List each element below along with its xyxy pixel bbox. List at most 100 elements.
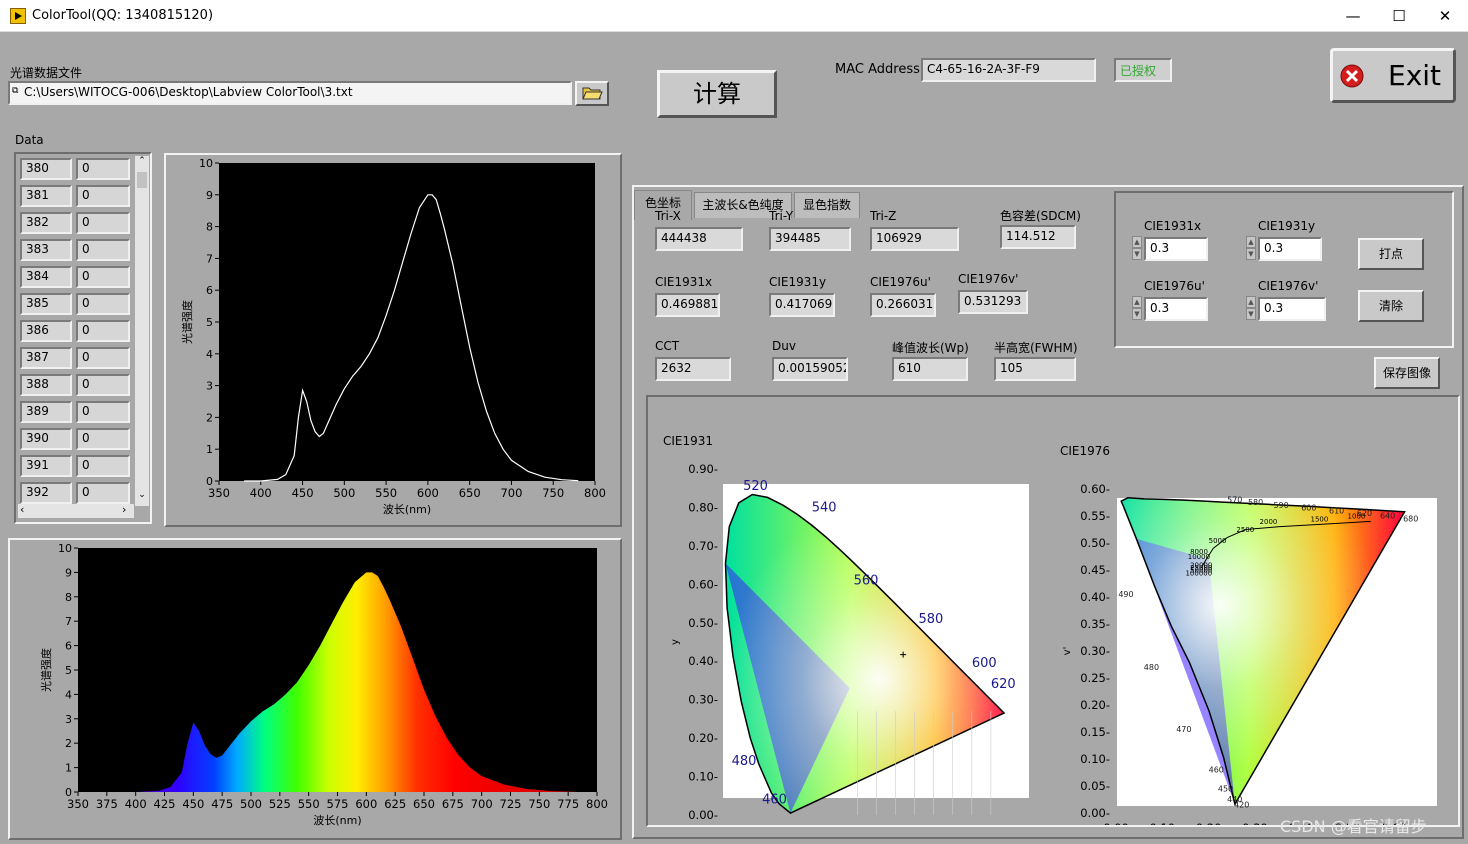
wavelength-label: 450 bbox=[1218, 784, 1233, 793]
intensity-cell[interactable]: 0 bbox=[76, 374, 130, 396]
wavelength-label: 620 bbox=[991, 677, 1016, 692]
folder-icon bbox=[582, 87, 603, 100]
intensity-cell[interactable]: 0 bbox=[76, 185, 130, 207]
decrement-arrow[interactable]: ▼ bbox=[1132, 308, 1142, 320]
wavelength-label: 570 bbox=[1227, 496, 1242, 505]
decrement-arrow[interactable]: ▼ bbox=[1246, 248, 1256, 260]
horizontal-scrollbar[interactable]: ‹ › bbox=[18, 503, 134, 518]
wavelength-cell[interactable]: 391 bbox=[20, 455, 72, 477]
wavelength-cell[interactable]: 380 bbox=[20, 158, 72, 180]
main-panel: 光谱数据文件 ⧉ C:\Users\WITOCG-006\Desktop\Lab… bbox=[0, 33, 1468, 844]
calculate-button[interactable]: 计算 bbox=[657, 70, 777, 118]
y-tick-label: 0.00- bbox=[1080, 806, 1110, 820]
intensity-cell[interactable]: 0 bbox=[76, 428, 130, 450]
y-tick-label: 9 bbox=[206, 189, 213, 202]
cct-label: CCT bbox=[655, 339, 680, 353]
cct-label: 1500 bbox=[1310, 515, 1328, 523]
increment-arrow[interactable]: ▲ bbox=[1132, 296, 1142, 308]
y-tick-label: 0.25- bbox=[1080, 671, 1110, 685]
tri-z-label: Tri-Z bbox=[870, 209, 897, 223]
maximize-button[interactable]: ☐ bbox=[1376, 0, 1422, 32]
y-tick-label: 0.20- bbox=[1080, 698, 1110, 712]
x-tick-label: 675 bbox=[442, 797, 464, 811]
spectrum-color-chart: 012345678910350 375 400 425 450 475 500 525 550 5… bbox=[39, 542, 608, 827]
input-u-field[interactable]: 0.3 bbox=[1144, 297, 1208, 321]
intensity-cell[interactable]: 0 bbox=[76, 293, 130, 315]
y-tick-label: 0.50- bbox=[1080, 536, 1110, 550]
increment-arrow[interactable]: ▲ bbox=[1246, 296, 1256, 308]
decrement-arrow[interactable]: ▼ bbox=[1132, 248, 1142, 260]
scroll-up-arrow[interactable]: ⌃ bbox=[135, 156, 149, 170]
data-label: Data bbox=[15, 133, 44, 147]
save-image-button[interactable]: 保存图像 bbox=[1374, 357, 1440, 389]
y-tick-label: 0.20- bbox=[688, 731, 718, 745]
cct-label: 2000 bbox=[1260, 518, 1278, 526]
x-axis-label: 波长(nm) bbox=[313, 814, 361, 827]
x-tick-label: 725 bbox=[500, 797, 522, 811]
increment-arrow[interactable]: ▲ bbox=[1246, 236, 1256, 248]
intensity-cell[interactable]: 0 bbox=[76, 401, 130, 423]
y-tick-label: 0.90- bbox=[688, 462, 718, 476]
scroll-down-arrow[interactable]: ⌄ bbox=[135, 490, 149, 504]
input-y-spinner[interactable]: ▲ ▼ bbox=[1246, 236, 1256, 262]
wavelength-cell[interactable]: 383 bbox=[20, 239, 72, 261]
y-axis-label: v' bbox=[1062, 647, 1073, 656]
x-tick-label: 800 bbox=[584, 486, 606, 500]
intensity-cell[interactable]: 0 bbox=[76, 347, 130, 369]
decrement-arrow[interactable]: ▼ bbox=[1246, 308, 1256, 320]
x-tick-label: 350 bbox=[67, 797, 89, 811]
y-tick-label: 0.15- bbox=[1080, 725, 1110, 739]
y-tick-label: 0.00- bbox=[688, 808, 718, 822]
y-tick-label: 7 bbox=[206, 252, 213, 265]
wavelength-cell[interactable]: 390 bbox=[20, 428, 72, 450]
minimize-button[interactable]: — bbox=[1330, 0, 1376, 32]
intensity-cell[interactable]: 0 bbox=[76, 212, 130, 234]
y-tick-label: 0.35- bbox=[1080, 617, 1110, 631]
input-x-spinner[interactable]: ▲ ▼ bbox=[1132, 236, 1142, 262]
scroll-right-arrow[interactable]: › bbox=[122, 503, 126, 516]
wavelength-cell[interactable]: 382 bbox=[20, 212, 72, 234]
cie1931x-label: CIE1931x bbox=[655, 275, 713, 289]
wavelength-cell[interactable]: 392 bbox=[20, 482, 72, 504]
intensity-cell[interactable]: 0 bbox=[76, 482, 130, 504]
wavelength-cell[interactable]: 387 bbox=[20, 347, 72, 369]
y-axis-label: 光谱强度 bbox=[39, 648, 53, 692]
input-y-field[interactable]: 0.3 bbox=[1258, 237, 1322, 261]
intensity-cell[interactable]: 0 bbox=[76, 158, 130, 180]
wavelength-cell[interactable]: 389 bbox=[20, 401, 72, 423]
scroll-left-arrow[interactable]: ‹ bbox=[20, 503, 24, 516]
mark-point-button[interactable]: 打点 bbox=[1358, 238, 1424, 270]
exit-button[interactable]: Exit bbox=[1330, 48, 1456, 103]
y-tick-label: 2 bbox=[206, 411, 213, 424]
intensity-cell[interactable]: 0 bbox=[76, 320, 130, 342]
browse-file-button[interactable] bbox=[575, 81, 609, 106]
wavelength-cell[interactable]: 384 bbox=[20, 266, 72, 288]
wavelength-label: 440 bbox=[1227, 795, 1242, 804]
vertical-scrollbar[interactable]: ⌃ ⌄ bbox=[135, 156, 149, 506]
wavelength-cell[interactable]: 386 bbox=[20, 320, 72, 342]
cie1976v-label: CIE1976v' bbox=[958, 272, 1019, 286]
y-tick-label: 0.60- bbox=[688, 577, 718, 591]
intensity-cell[interactable]: 0 bbox=[76, 239, 130, 261]
input-x-field[interactable]: 0.3 bbox=[1144, 237, 1208, 261]
increment-arrow[interactable]: ▲ bbox=[1132, 236, 1142, 248]
tab-color-rendering[interactable]: 显色指数 bbox=[794, 192, 860, 218]
x-tick-label: 0.60 bbox=[940, 823, 966, 825]
input-v-spinner[interactable]: ▲ ▼ bbox=[1246, 296, 1256, 322]
close-window-button[interactable]: ✕ bbox=[1422, 0, 1468, 32]
y-tick-label: 0.30- bbox=[688, 693, 718, 707]
x-tick-label: 425 bbox=[154, 797, 176, 811]
intensity-cell[interactable]: 0 bbox=[76, 455, 130, 477]
wavelength-cell[interactable]: 388 bbox=[20, 374, 72, 396]
intensity-cell[interactable]: 0 bbox=[76, 266, 130, 288]
file-path-input[interactable]: ⧉ C:\Users\WITOCG-006\Desktop\Labview Co… bbox=[8, 81, 572, 105]
clear-button[interactable]: 清除 bbox=[1358, 290, 1424, 322]
window-title: ColorTool(QQ: 1340815120) bbox=[32, 8, 214, 23]
scroll-thumb[interactable] bbox=[137, 172, 147, 188]
x-tick-label: 0.00 bbox=[1103, 821, 1129, 825]
wavelength-cell[interactable]: 381 bbox=[20, 185, 72, 207]
input-u-spinner[interactable]: ▲ ▼ bbox=[1132, 296, 1142, 322]
y-tick-label: 8 bbox=[206, 221, 213, 234]
input-v-field[interactable]: 0.3 bbox=[1258, 297, 1326, 321]
wavelength-cell[interactable]: 385 bbox=[20, 293, 72, 315]
